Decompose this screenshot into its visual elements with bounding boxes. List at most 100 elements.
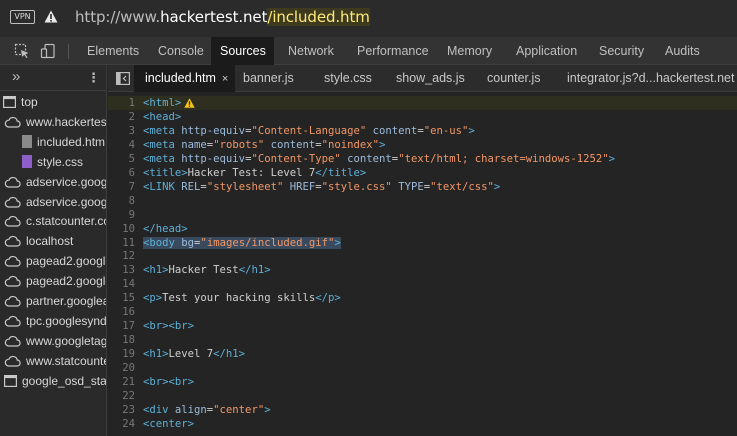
line-number[interactable]: 10 [108,222,135,236]
close-icon[interactable]: × [222,73,228,85]
tree-item[interactable]: adservice.google.de [4,192,107,212]
code-line: 22 [108,389,737,403]
tab-sources[interactable]: Sources [211,37,274,65]
tab-network[interactable]: Network [279,37,343,65]
file-tab-integrator-js[interactable]: integrator.js?d...hackertest.net [556,65,734,92]
tree-item[interactable]: tpc.googlesyndication.com [4,311,106,331]
line-number[interactable]: 23 [108,403,135,417]
tree-item[interactable]: partner.googleadservices.com [4,291,106,311]
vpn-badge[interactable]: VPN [10,10,35,24]
navigator-header: » ⋮ [0,65,106,91]
tree-item[interactable]: style.css [22,152,83,172]
tree-item[interactable]: www.hackertest.net [4,112,106,132]
tab-elements[interactable]: Elements [78,37,148,65]
token-attr: content [347,152,392,165]
line-number[interactable]: 5 [108,152,135,166]
code-line: 3 <meta http-equiv="Content-Language" con… [108,124,737,138]
line-number[interactable]: 4 [108,138,135,152]
line-number[interactable]: 12 [108,249,135,263]
line-number[interactable]: 19 [108,347,135,361]
token-tag: <meta [143,138,182,151]
tree-item[interactable]: included.htm [22,132,105,152]
tree-item-label: adservice.google.de [26,194,107,209]
line-content: <meta http-equiv="Content-Type" content=… [143,152,615,166]
token-tag: <p> [143,292,163,305]
tree-item[interactable]: top [3,92,38,112]
line-number[interactable]: 3 [108,124,135,138]
line-number[interactable]: 20 [108,361,135,375]
tab-application[interactable]: Application [507,37,586,65]
file-tab-banner-js[interactable]: banner.js [232,65,294,92]
token-val: "text/html; charset=windows-1252" [398,152,609,165]
line-content: <br><br> [143,375,194,389]
code-line: 1 <html> [108,96,737,110]
line-number[interactable]: 17 [108,319,135,333]
code-line: 24 <center> [108,417,737,431]
tree-item-label: pagead2.googlesyndication.com [26,254,107,269]
line-number[interactable]: 16 [108,305,135,319]
file-tab-show-ads-js[interactable]: show_ads.js [385,65,465,92]
token-val: "robots" [213,138,265,151]
tab-performance[interactable]: Performance [348,37,438,65]
line-content: <h1>Level 7</h1> [143,347,245,361]
code-line: 8 [108,194,737,208]
device-toolbar-icon[interactable] [40,43,56,59]
token-tag: <meta [143,124,182,137]
line-number[interactable]: 11 [108,236,135,250]
line-number[interactable]: 18 [108,333,135,347]
tree-item[interactable]: c.statcounter.com [4,211,106,231]
line-number[interactable]: 15 [108,291,135,305]
more-options-icon[interactable]: ⋮ [87,70,100,86]
toggle-navigator-icon[interactable] [116,72,130,85]
more-tabs-icon[interactable]: » [12,68,20,85]
line-number[interactable]: 1 [108,96,135,110]
line-content: <title>Hacker Test: Level 7</title> [143,166,366,180]
line-content: <html> [143,96,195,110]
tree-item-label: included.htm [37,134,106,149]
code-line: 6 <title>Hacker Test: Level 7</title> [108,166,737,180]
url-field[interactable]: http://www.hackertest.net/included.htm [75,8,370,26]
file-tab-included-htm[interactable]: included.htm × [134,65,235,92]
token-tag: > [379,138,386,151]
warning-icon[interactable] [44,10,58,23]
tree-item[interactable]: google_osd_static_frame [4,371,106,391]
tab-console[interactable]: Console [149,37,213,65]
token-tag: </title> [315,166,367,179]
token-attr: HREF [289,180,316,193]
tree-item[interactable]: pagead2.googlesyndication.com [4,251,107,271]
inspect-element-icon[interactable] [14,43,30,59]
line-number[interactable]: 24 [108,417,135,431]
token-val: "images/included.gif" [200,236,335,249]
token-attr: http-equiv [181,124,246,137]
file-tab-counter-js[interactable]: counter.js [476,65,541,92]
line-number[interactable]: 9 [108,208,135,222]
tree-item[interactable]: localhost [4,231,73,251]
tree-item[interactable]: www.statcounter.com [4,351,106,371]
line-number[interactable]: 2 [108,110,135,124]
token-plain: Hacker Test [168,264,239,277]
file-navigator: » ⋮ top www.hackertest.net included.htm sty… [0,65,107,436]
tab-audits[interactable]: Audits [656,37,709,65]
warning-icon[interactable] [184,98,195,108]
cloud-icon [4,256,21,267]
tab-security[interactable]: Security [590,37,653,65]
editor-tabbar: included.htm × banner.js style.css show_a… [108,65,737,92]
token-attr: bg [181,236,195,249]
line-content: <body bg="images/included.gif"> [143,236,341,250]
line-number[interactable]: 14 [108,277,135,291]
tab-memory[interactable]: Memory [438,37,501,65]
line-number[interactable]: 13 [108,263,135,277]
tree-item[interactable]: adservice.google.com [4,172,106,192]
tree-item[interactable]: pagead2.googlesyndication.com [4,271,106,291]
tree-item-label: partner.googleadservices.com [26,294,106,308]
selected-text: <body bg="images/included.gif"> [143,236,341,249]
cloud-icon [4,196,21,208]
tree-item[interactable]: www.googletagservices.com [4,331,106,351]
line-number[interactable]: 6 [108,166,135,180]
line-number[interactable]: 21 [108,375,135,389]
file-tab-style-css[interactable]: style.css [313,65,372,92]
code-editor[interactable]: 1 <html> 2 <head> 3 <meta http-equiv="Content… [108,93,737,436]
line-number[interactable]: 22 [108,389,135,403]
line-number[interactable]: 8 [108,194,135,208]
line-number[interactable]: 7 [108,180,135,194]
